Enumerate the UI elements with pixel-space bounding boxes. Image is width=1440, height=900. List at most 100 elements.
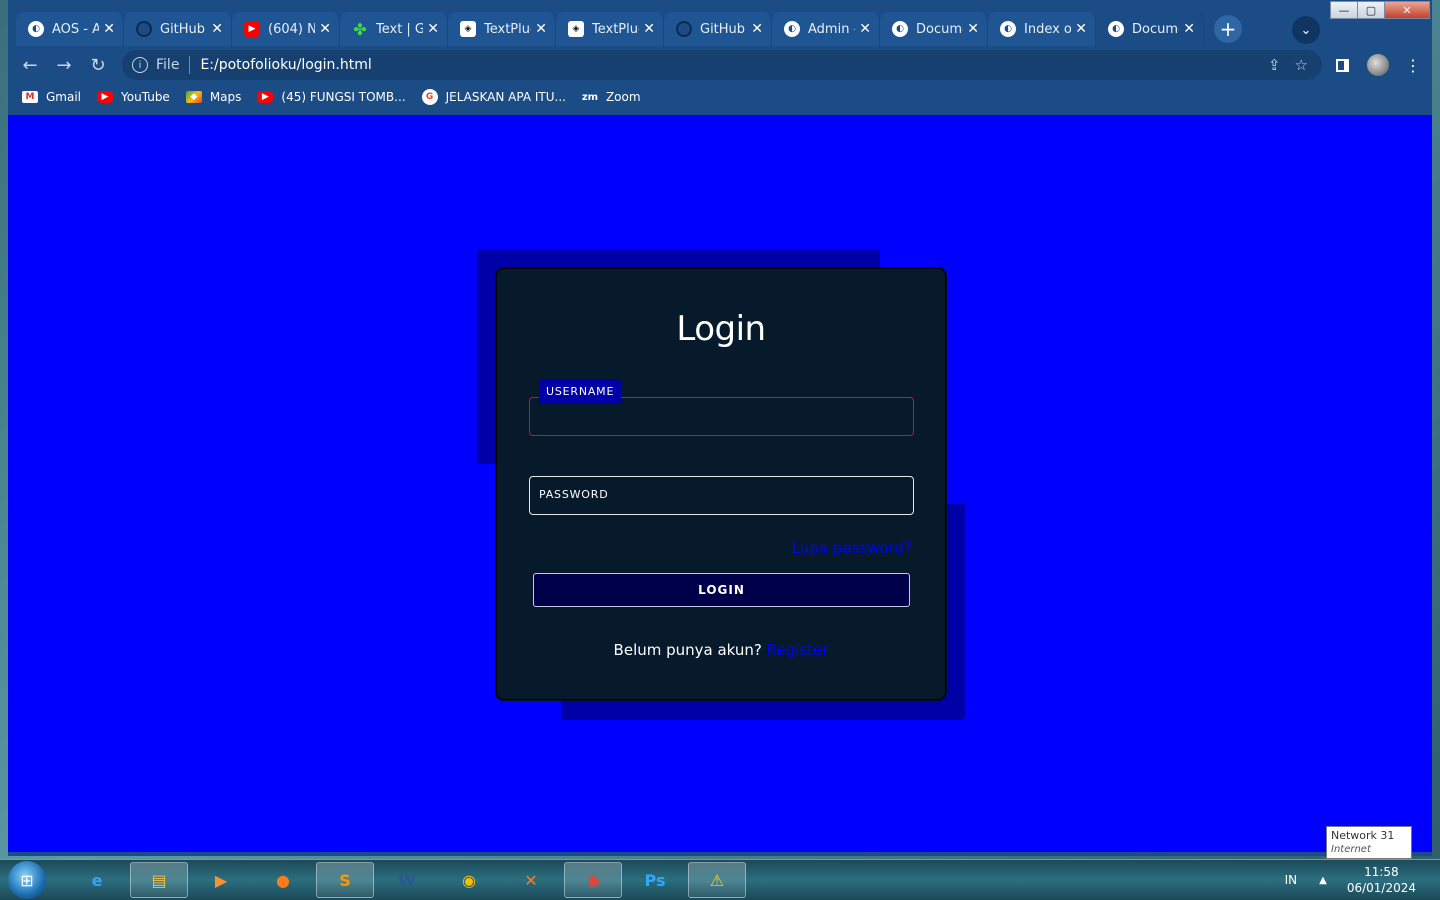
- tooltip-title: Network 31: [1331, 829, 1395, 842]
- toolbar-right: ⋮: [1336, 54, 1421, 76]
- taskbar: ⊞ e ▤ ▶ ● S W ◉ ✕ ◉ Ps ⚠ IN ▲ 11:58 06/01/2024: [0, 859, 1440, 900]
- greensock-icon: ✤: [353, 19, 367, 39]
- address-url[interactable]: E:/potofolioku/login.html: [200, 57, 371, 73]
- browser-tab[interactable]: ◐ Docume✕: [1096, 12, 1204, 46]
- tab-close-icon[interactable]: ✕: [1075, 21, 1087, 37]
- browser-tab[interactable]: ✤ Text | GS✕: [340, 12, 448, 46]
- gmail-icon: M: [22, 91, 38, 103]
- bookmark-label: Gmail: [46, 90, 82, 104]
- browser-tab[interactable]: ◐ AOS - Ar✕: [16, 12, 124, 46]
- tab-close-icon[interactable]: ✕: [211, 21, 223, 37]
- codepen-icon: ◈: [568, 21, 584, 37]
- tab-close-icon[interactable]: ✕: [1183, 21, 1195, 37]
- taskbar-apps: e ▤ ▶ ● S W ◉ ✕ ◉ Ps ⚠: [64, 862, 746, 898]
- tab-close-icon[interactable]: ✕: [319, 21, 331, 37]
- bookmark-item[interactable]: M Gmail: [22, 90, 81, 104]
- bookmark-label: YouTube: [121, 90, 170, 104]
- tab-close-icon[interactable]: ✕: [751, 21, 763, 37]
- tab-close-icon[interactable]: ✕: [535, 21, 547, 37]
- reload-button[interactable]: ↻: [82, 49, 114, 81]
- new-tab-button[interactable]: +: [1214, 15, 1242, 43]
- firefox-icon[interactable]: ●: [254, 862, 312, 898]
- profile-avatar[interactable]: [1367, 54, 1389, 76]
- github-icon: [136, 21, 152, 37]
- photoshop-icon[interactable]: Ps: [626, 862, 684, 898]
- address-scheme: File: [156, 57, 180, 73]
- bookmark-item[interactable]: ◆ Maps: [185, 90, 241, 104]
- language-indicator[interactable]: IN: [1285, 873, 1298, 887]
- tab-close-icon[interactable]: ✕: [859, 21, 871, 37]
- word-icon[interactable]: W: [378, 862, 436, 898]
- forward-button[interactable]: →: [48, 49, 80, 81]
- username-input[interactable]: [529, 397, 914, 436]
- browser-tab[interactable]: ◐ Admin - ✕: [772, 12, 880, 46]
- sublime-text-icon[interactable]: S: [316, 862, 374, 898]
- tab-close-icon[interactable]: ✕: [643, 21, 655, 37]
- tab-close-icon[interactable]: ✕: [967, 21, 979, 37]
- youtube-icon: ▶: [244, 21, 260, 37]
- share-icon[interactable]: ⇪: [1268, 56, 1281, 74]
- globe-icon: ◐: [28, 21, 44, 37]
- register-link[interactable]: Register: [767, 641, 829, 659]
- address-bar[interactable]: i File E:/potofolioku/login.html ⇪ ☆: [122, 50, 1322, 80]
- globe-icon: ◐: [784, 21, 800, 37]
- clock-time: 11:58: [1364, 865, 1399, 879]
- login-title: Login: [676, 309, 766, 349]
- browser-tab[interactable]: GitHub -✕: [664, 12, 772, 46]
- bookmark-item[interactable]: G JELASKAN APA ITU...: [421, 89, 566, 105]
- back-button[interactable]: ←: [14, 49, 46, 81]
- tab-title: GitHub -: [160, 21, 207, 37]
- start-button[interactable]: ⊞: [8, 861, 46, 899]
- file-explorer-icon[interactable]: ▤: [130, 862, 188, 898]
- browser-tab[interactable]: ◐ Docume✕: [880, 12, 988, 46]
- bookmark-item[interactable]: zm Zoom: [582, 90, 641, 104]
- browser-tab[interactable]: ◈ TextPlug✕: [556, 12, 664, 46]
- zoom-icon: zm: [581, 91, 599, 103]
- clock[interactable]: 11:58 06/01/2024: [1347, 864, 1416, 896]
- forgot-password-link[interactable]: Lupa password?: [792, 539, 912, 557]
- tab-title: Text | GS: [376, 21, 424, 37]
- login-button[interactable]: LOGIN: [533, 573, 910, 607]
- username-field[interactable]: USERNAME: [529, 379, 914, 436]
- password-field[interactable]: PASSWORD: [529, 476, 914, 515]
- page-viewport: Login USERNAME PASSWORD Lupa password? L…: [8, 115, 1432, 852]
- bookmark-label: JELASKAN APA ITU...: [445, 90, 566, 104]
- tab-title: TextPlug: [592, 21, 639, 37]
- tab-strip: ◐AOS - Ar✕GitHub -✕▶(604) NC✕✤Text | GS✕…: [8, 12, 1432, 46]
- address-separator: [189, 56, 191, 74]
- password-input[interactable]: [529, 476, 914, 515]
- github-icon: [676, 21, 692, 37]
- internet-explorer-icon[interactable]: e: [68, 862, 126, 898]
- browser-tab[interactable]: ◈ TextPlug✕: [448, 12, 556, 46]
- bookmark-item[interactable]: ▶ YouTube: [97, 90, 170, 104]
- tab-close-icon[interactable]: ✕: [103, 21, 115, 37]
- youtube-icon: ▶: [97, 91, 114, 103]
- signup-row: Belum punya akun? Register: [497, 641, 945, 659]
- bookmark-label: (45) FUNGSI TOMB...: [281, 90, 406, 104]
- side-panel-icon[interactable]: [1336, 58, 1349, 72]
- browser-tab[interactable]: GitHub -✕: [124, 12, 232, 46]
- tab-close-icon[interactable]: ✕: [427, 21, 439, 37]
- show-hidden-icons-icon[interactable]: ▲: [1319, 875, 1327, 886]
- site-info-icon[interactable]: i: [132, 57, 148, 73]
- globe-icon: ◐: [1108, 21, 1124, 37]
- browser-tab[interactable]: ◐ Index of ✕: [988, 12, 1096, 46]
- chrome-active-icon[interactable]: ◉: [564, 862, 622, 898]
- chrome-icon[interactable]: ◉: [440, 862, 498, 898]
- address-actions: ⇪ ☆: [1268, 56, 1322, 74]
- maps-icon: ◆: [185, 91, 202, 103]
- system-tray: IN ▲ 11:58 06/01/2024: [1285, 864, 1440, 896]
- menu-icon[interactable]: ⋮: [1405, 56, 1421, 75]
- globe-icon: ◐: [1000, 21, 1016, 37]
- browser-tab[interactable]: ▶ (604) NC✕: [232, 12, 340, 46]
- bookmark-item[interactable]: ▶ (45) FUNGSI TOMB...: [257, 90, 406, 104]
- tab-title: AOS - Ar: [52, 21, 100, 37]
- xampp-icon[interactable]: ✕: [502, 862, 560, 898]
- signup-prompt: Belum punya akun?: [613, 641, 762, 659]
- tab-search-button[interactable]: ⌄: [1292, 16, 1320, 44]
- clock-date: 06/01/2024: [1346, 881, 1416, 895]
- bookmark-star-icon[interactable]: ☆: [1295, 56, 1308, 74]
- media-player-icon[interactable]: ▶: [192, 862, 250, 898]
- warning-icon[interactable]: ⚠: [688, 862, 746, 898]
- bookmark-label: Zoom: [605, 90, 641, 104]
